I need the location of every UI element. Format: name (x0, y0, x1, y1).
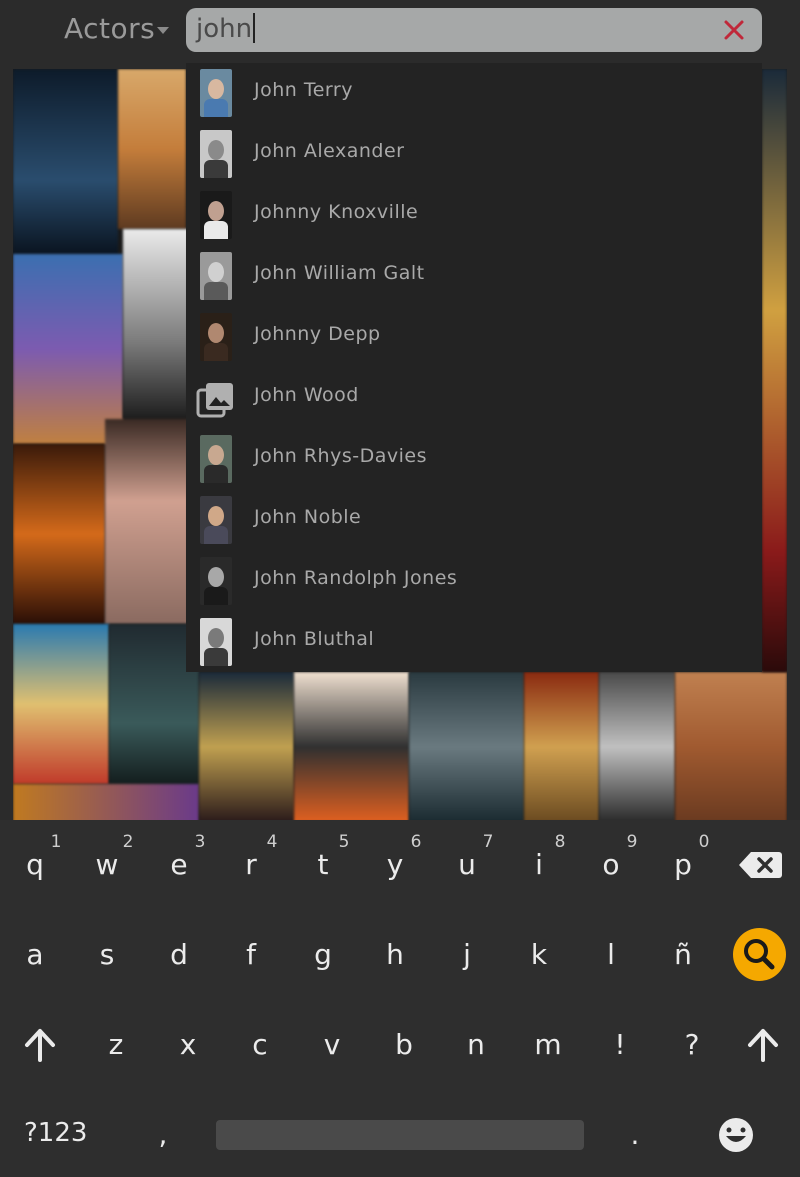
poster (13, 444, 105, 624)
key-h[interactable]: h (370, 938, 420, 971)
search-value: john (196, 14, 253, 44)
poster (294, 672, 409, 820)
actor-photo (200, 130, 232, 178)
poster (13, 624, 109, 784)
actor-photo (200, 557, 232, 605)
chevron-down-icon (157, 26, 170, 34)
key-f[interactable]: f (226, 938, 276, 971)
suggestion-item-john-noble[interactable]: John Noble (186, 490, 762, 551)
suggestion-item-john-alexander[interactable]: John Alexander (186, 124, 762, 185)
close-icon[interactable] (720, 16, 748, 44)
key-a[interactable]: a (10, 938, 60, 971)
key-period[interactable]: . (610, 1118, 660, 1151)
key-l[interactable]: l (586, 938, 636, 971)
category-label: Actors (64, 12, 156, 45)
suggestion-name: John Wood (254, 384, 359, 406)
shift-icon[interactable] (24, 1028, 56, 1062)
emoji-icon[interactable] (716, 1115, 756, 1155)
category-dropdown[interactable]: Actors (64, 12, 170, 45)
key-w[interactable]: w (82, 848, 132, 881)
text-cursor (253, 13, 256, 43)
key-e[interactable]: e (154, 848, 204, 881)
search-field[interactable]: john (186, 8, 762, 52)
suggestion-name: John Bluthal (254, 628, 375, 650)
key-question[interactable]: ? (667, 1028, 717, 1061)
key-i[interactable]: i (514, 848, 564, 881)
on-screen-keyboard: 1 2 3 4 5 6 7 8 9 0 q w e r t y u i o p … (0, 820, 800, 1177)
actor-photo (200, 618, 232, 666)
actor-photo (200, 496, 232, 544)
poster (123, 229, 188, 419)
suggestion-name: John Alexander (254, 140, 405, 162)
poster (13, 69, 118, 254)
suggestion-name: Johnny Depp (254, 323, 381, 345)
key-v[interactable]: v (307, 1028, 357, 1061)
key-t[interactable]: t (298, 848, 348, 881)
space-bar[interactable] (216, 1120, 584, 1150)
suggestion-item-johnny-knoxville[interactable]: Johnny Knoxville (186, 185, 762, 246)
key-r[interactable]: r (226, 848, 276, 881)
suggestion-name: John William Galt (254, 262, 425, 284)
key-n-tilde[interactable]: ñ (658, 938, 708, 971)
actor-photo (200, 435, 232, 483)
poster (524, 672, 599, 820)
poster (13, 254, 123, 444)
poster (599, 672, 675, 820)
poster (105, 419, 188, 624)
key-m[interactable]: m (523, 1028, 573, 1061)
key-p[interactable]: p (658, 848, 708, 881)
top-bar: Actors john (0, 0, 800, 62)
key-z[interactable]: z (91, 1028, 141, 1061)
poster (675, 672, 787, 820)
key-s[interactable]: s (82, 938, 132, 971)
search-input[interactable]: john (196, 13, 256, 44)
actor-photo (200, 252, 232, 300)
suggestion-item-john-rhys-davies[interactable]: John Rhys-Davies (186, 429, 762, 490)
key-y[interactable]: y (370, 848, 420, 881)
search-icon (744, 939, 775, 970)
poster (13, 784, 199, 820)
suggestion-item-john-randolph-jones[interactable]: John Randolph Jones (186, 551, 762, 612)
actor-photo (200, 313, 232, 361)
key-u[interactable]: u (442, 848, 492, 881)
suggestion-item-johnny-depp[interactable]: Johnny Depp (186, 307, 762, 368)
key-n[interactable]: n (451, 1028, 501, 1061)
key-q[interactable]: q (10, 848, 60, 881)
poster (199, 672, 294, 820)
suggestion-name: Johnny Knoxville (254, 201, 419, 223)
actor-photo (200, 69, 232, 117)
backspace-icon[interactable] (737, 850, 783, 880)
poster (409, 672, 524, 820)
search-key[interactable] (733, 928, 786, 981)
suggestion-item-john-william-galt[interactable]: John William Galt (186, 246, 762, 307)
suggestion-item-john-bluthal[interactable]: John Bluthal (186, 612, 762, 673)
symbols-key[interactable]: ?123 (24, 1118, 104, 1148)
key-exclamation[interactable]: ! (595, 1028, 645, 1061)
key-x[interactable]: x (163, 1028, 213, 1061)
poster (118, 69, 186, 229)
key-d[interactable]: d (154, 938, 204, 971)
suggestion-item-john-terry[interactable]: John Terry (186, 63, 762, 124)
key-j[interactable]: j (442, 938, 492, 971)
key-o[interactable]: o (586, 848, 636, 881)
actor-photo (200, 191, 232, 239)
key-k[interactable]: k (514, 938, 564, 971)
suggestions-dropdown: John Terry John Alexander Johnny Knoxvil… (186, 63, 762, 672)
suggestion-name: John Noble (254, 506, 362, 528)
suggestion-name: John Terry (254, 79, 353, 101)
key-comma[interactable]: , (138, 1118, 188, 1151)
key-g[interactable]: g (298, 938, 348, 971)
shift-icon[interactable] (747, 1028, 779, 1062)
suggestion-name: John Randolph Jones (254, 567, 458, 589)
key-b[interactable]: b (379, 1028, 429, 1061)
suggestion-name: John Rhys-Davies (254, 445, 427, 467)
poster (762, 69, 787, 672)
image-placeholder-icon (196, 383, 233, 418)
key-c[interactable]: c (235, 1028, 285, 1061)
suggestion-item-john-wood[interactable]: John Wood (186, 368, 762, 429)
